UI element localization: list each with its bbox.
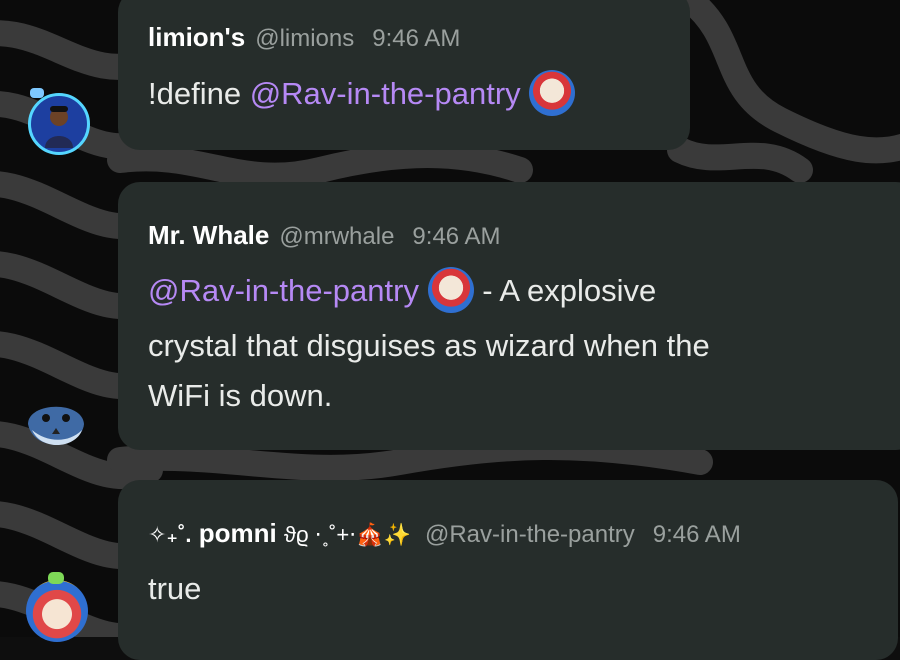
timestamp: 9:46 AM: [412, 223, 501, 250]
mention-link[interactable]: @Rav-in-the-pantry: [148, 273, 419, 308]
message-mrwhale[interactable]: Mr. Whale @mrwhale 9:46 AM @Rav-in-the-p…: [118, 182, 900, 450]
message-text-line-1: @Rav-in-the-pantry - A explosive: [148, 265, 656, 316]
whale-avatar[interactable]: [22, 394, 88, 460]
message-text-line-3: WiFi is down.: [148, 378, 333, 413]
author-name[interactable]: ✧₊˚. pomni ϑϱ ⋅˳˚+⋅🎪✨: [148, 518, 411, 549]
author-suffix-decoration: ϑϱ ⋅˳˚+⋅: [283, 522, 357, 547]
user-avatar-icon: [45, 106, 73, 148]
avatar-decoration-icon: [48, 572, 64, 584]
author-name[interactable]: Mr. Whale: [148, 220, 269, 251]
command-text: !define: [148, 76, 250, 111]
timestamp: 9:46 AM: [372, 25, 461, 52]
message-text: - A explosive: [473, 273, 657, 308]
author-name[interactable]: limion's: [148, 22, 245, 53]
message-pomni[interactable]: ✧₊˚. pomni ϑϱ ⋅˳˚+⋅🎪✨ @Rav-in-the-pantry…: [118, 480, 898, 660]
author-handle: @limions: [255, 25, 355, 52]
author-prefix-decoration: ✧₊˚.: [148, 522, 192, 547]
message-limions[interactable]: limion's @limions 9:46 AM !define @Rav-i…: [118, 0, 690, 150]
author-handle: @mrwhale: [279, 223, 395, 250]
timestamp: 9:46 AM: [652, 521, 741, 548]
whale-avatar-icon: [28, 406, 84, 446]
author-handle: @Rav-in-the-pantry: [424, 521, 635, 548]
user-avatar[interactable]: [28, 93, 90, 155]
circus-tent-sparkles-icon: 🎪✨: [356, 522, 411, 547]
clown-avatar-icon: [427, 266, 474, 313]
author-name-text: pomni: [198, 518, 277, 548]
mention-link[interactable]: @Rav-in-the-pantry: [250, 76, 521, 111]
message-text-line-2: crystal that disguises as wizard when th…: [148, 328, 710, 363]
avatar-decoration-icon: [30, 88, 44, 98]
pomni-avatar[interactable]: [26, 580, 88, 642]
message-text: !define @Rav-in-the-pantry: [148, 68, 576, 119]
message-text: true: [148, 571, 202, 606]
clown-avatar-icon: [529, 69, 576, 116]
